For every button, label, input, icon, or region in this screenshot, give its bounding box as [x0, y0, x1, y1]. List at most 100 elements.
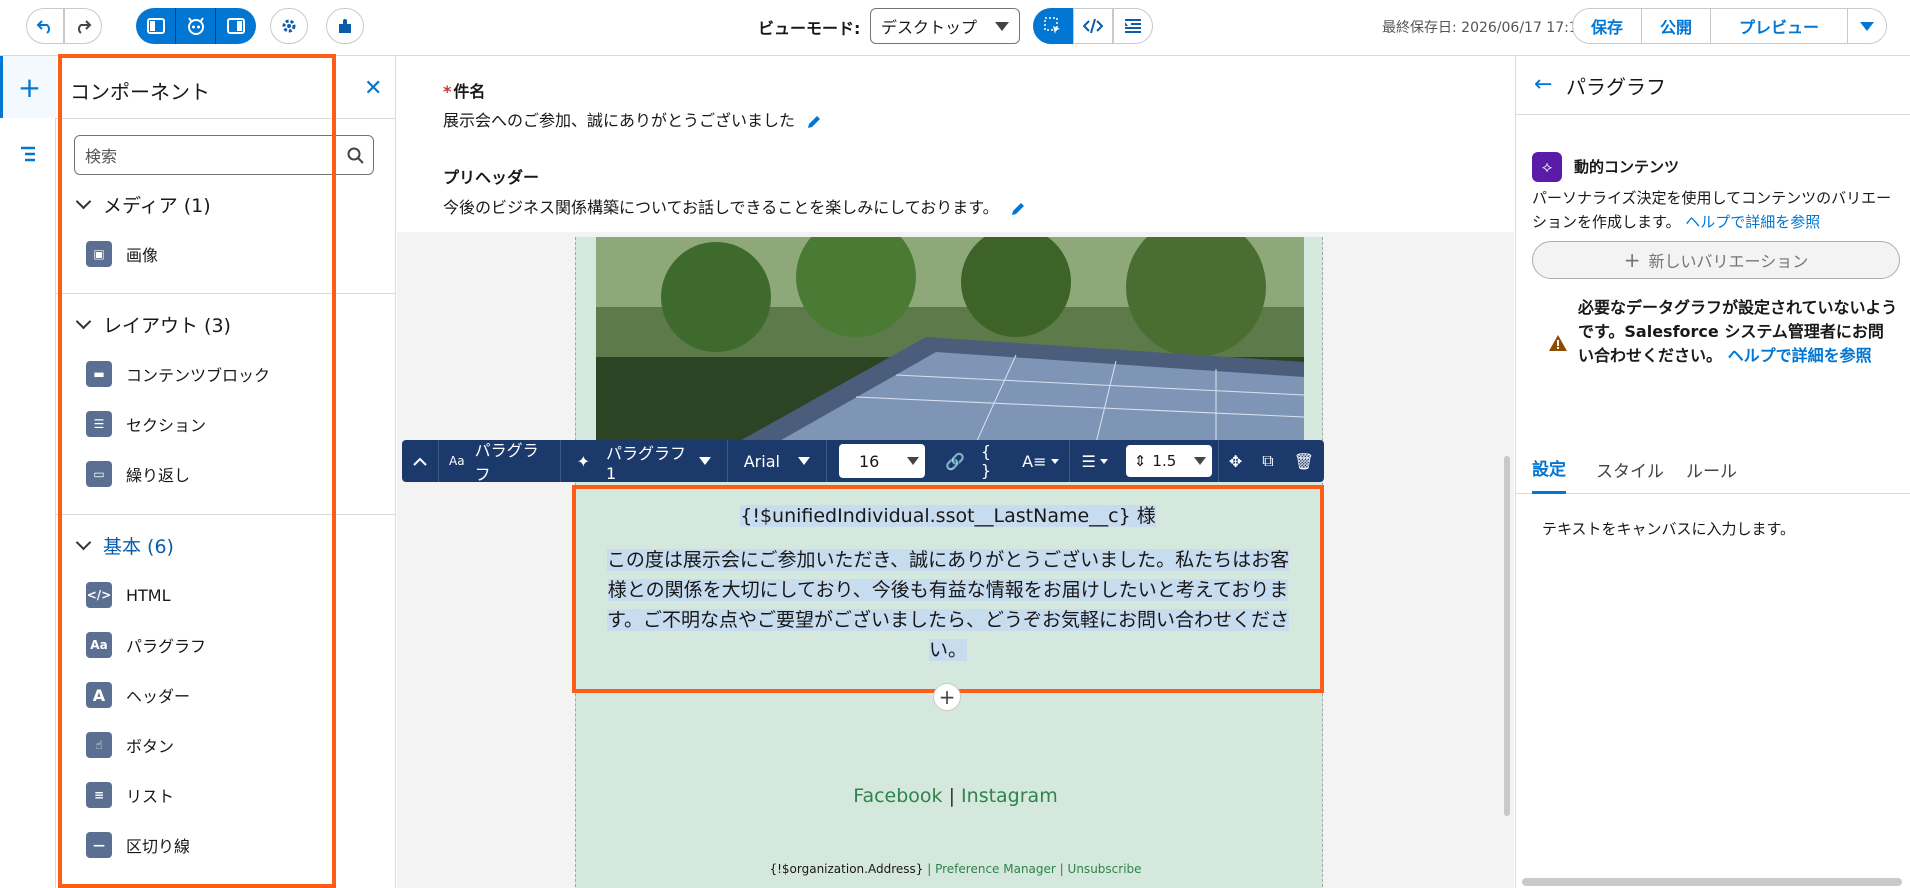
item-label: HTML	[126, 585, 171, 605]
component-content-block[interactable]: ▬ コンテンツブロック	[86, 361, 270, 387]
redo-button[interactable]	[64, 8, 102, 44]
code-view-toggle[interactable]	[1073, 8, 1113, 44]
component-repeat[interactable]: ▭ 繰り返し	[86, 461, 190, 487]
font-value: Arial	[743, 451, 780, 471]
component-header[interactable]: A ヘッダー	[86, 682, 190, 708]
outline-icon	[21, 146, 35, 162]
settings-button[interactable]	[270, 8, 308, 44]
components-panel: コンポーネント ✕ 検索 メディア (1) ▣ 画像 レイアウト (3) ▬ コ…	[56, 56, 396, 888]
subject-label: * 件名	[443, 82, 486, 101]
preheader-value: 今後のビジネス関係構築についてお話しできることを楽しみにしております。	[443, 198, 999, 217]
chevron-down-icon	[906, 457, 919, 465]
panel-title: パラグラフ	[1566, 75, 1666, 99]
new-variation-button[interactable]: + 新しいバリエーション	[1532, 241, 1900, 279]
component-button[interactable]: ☝ ボタン	[86, 732, 174, 758]
preview-button[interactable]: プレビュー	[1711, 9, 1849, 43]
view-mode-select[interactable]: デスクトップ	[870, 8, 1020, 44]
add-block-button[interactable]: +	[933, 683, 961, 711]
instagram-link[interactable]: Instagram	[961, 785, 1058, 807]
component-image[interactable]: ▣ 画像	[86, 241, 158, 267]
search-input[interactable]: 検索	[74, 135, 374, 175]
text-view-toggle[interactable]	[1113, 8, 1153, 44]
line-height-field[interactable]: ⇕ 1.5	[1120, 440, 1219, 482]
hero-image[interactable]	[596, 237, 1304, 443]
subject-field[interactable]: 展示会へのご参加、誠にありがとうございました	[443, 107, 822, 131]
panel-scrollbar[interactable]	[1522, 878, 1902, 886]
paragraph-body: この度は展示会にご参加いただき、誠にありがとうございました。私たちはお客様との関…	[606, 549, 1290, 661]
item-label: 画像	[126, 246, 159, 265]
back-arrow-icon[interactable]: ←	[1534, 72, 1552, 97]
undo-button[interactable]	[26, 8, 64, 44]
warning-icon	[1549, 335, 1567, 351]
block-type-label: パラグラフ	[474, 441, 539, 484]
preview-menu-button[interactable]	[1848, 9, 1887, 43]
redo-icon	[78, 20, 92, 34]
font-size-field[interactable]: 16	[827, 440, 937, 482]
font-select[interactable]: Arial	[728, 440, 827, 482]
align-button[interactable]: ☰	[1070, 440, 1120, 482]
edit-pencil-icon[interactable]	[806, 114, 822, 130]
tab-rules[interactable]: ルール	[1686, 444, 1737, 494]
agent-toggle[interactable]	[176, 8, 216, 44]
properties-panel: ← パラグラフ ⟡ 動的コンテンツ パーソナライズ決定を使用してコンテンツのバリ…	[1515, 56, 1910, 888]
greeting-merge-field: {!$unifiedIndividual.ssot__LastName__c} …	[740, 505, 1156, 527]
outline-tab[interactable]	[0, 126, 56, 182]
close-icon[interactable]: ✕	[364, 76, 382, 101]
facebook-link[interactable]: Facebook	[853, 785, 942, 807]
unsubscribe-link[interactable]: Unsubscribe	[1068, 862, 1142, 876]
puzzle-button[interactable]	[326, 8, 364, 44]
separator: |	[927, 862, 932, 876]
preference-manager-link[interactable]: Preference Manager	[935, 862, 1056, 876]
view-mode-label: ビューモード:	[758, 19, 861, 38]
style-select[interactable]: ✦ パラグラフ 1	[561, 440, 728, 483]
component-section[interactable]: ☰ セクション	[86, 411, 206, 437]
item-label: セクション	[126, 416, 207, 435]
component-html[interactable]: </> HTML	[86, 582, 171, 608]
section-title: 基本 (6)	[103, 536, 174, 558]
link-icon: 🔗	[944, 451, 965, 471]
add-component-tab[interactable]: +	[0, 56, 56, 118]
component-paragraph[interactable]: Aa パラグラフ	[86, 632, 206, 658]
separator: |	[1059, 862, 1064, 876]
help-link[interactable]: ヘルプで詳細を参照	[1685, 213, 1820, 231]
item-label: ヘッダー	[126, 687, 191, 706]
component-list[interactable]: ≡ リスト	[86, 782, 174, 808]
tab-settings[interactable]: 設定	[1532, 444, 1566, 494]
collapse-toolbar-button[interactable]	[402, 440, 439, 482]
warning-help-link[interactable]: ヘルプで詳細を参照	[1728, 346, 1872, 365]
item-label: ボタン	[126, 737, 175, 756]
preheader-field[interactable]: 今後のビジネス関係構築についてお話しできることを楽しみにしております。	[443, 194, 1026, 218]
chevron-down-icon	[75, 534, 92, 551]
link-button[interactable]: 🔗	[937, 440, 973, 482]
edit-pencil-icon[interactable]	[1010, 201, 1026, 217]
new-variation-label: 新しいバリエーション	[1648, 252, 1809, 271]
merge-field-button[interactable]: { }	[973, 440, 1012, 482]
undo-icon	[36, 20, 50, 34]
tab-style[interactable]: スタイル	[1596, 444, 1664, 494]
merge-field-icon: { }	[980, 442, 992, 480]
left-panel-toggle[interactable]	[136, 8, 176, 44]
text-color-icon: A≡	[1022, 451, 1047, 471]
section-media[interactable]: メディア (1)	[74, 191, 211, 218]
email-canvas: * 件名 展示会へのご参加、誠にありがとうございました プリヘッダー 今後のビジネ…	[397, 56, 1514, 888]
section-layout[interactable]: レイアウト (3)	[74, 311, 231, 338]
text-color-button[interactable]: A≡	[1012, 440, 1070, 482]
trash-icon: 🗑	[1293, 451, 1314, 471]
right-panel-toggle[interactable]	[216, 8, 256, 44]
move-button[interactable]: ✥	[1219, 440, 1252, 482]
paragraph-text[interactable]: {!$unifiedIndividual.ssot__LastName__c} …	[598, 501, 1298, 665]
save-button[interactable]: 保存	[1573, 9, 1643, 43]
solar-panel-image	[596, 237, 1304, 443]
section-basic[interactable]: 基本 (6)	[74, 532, 174, 559]
select-mode-toggle[interactable]	[1033, 8, 1073, 44]
publish-button[interactable]: 公開	[1642, 9, 1712, 43]
style-value: パラグラフ 1	[605, 443, 686, 483]
item-label: リスト	[126, 787, 175, 806]
canvas-scrollbar[interactable]	[1504, 456, 1510, 816]
html-icon: </>	[86, 582, 112, 608]
delete-button[interactable]: 🗑	[1284, 440, 1324, 482]
duplicate-button[interactable]: ⧉	[1252, 440, 1283, 482]
component-divider[interactable]: — 区切り線	[86, 832, 190, 858]
paragraph-block[interactable]: {!$unifiedIndividual.ssot__LastName__c} …	[572, 485, 1324, 693]
top-toolbar: ビューモード: デスクトップ 最終保存日: 2026/06/17 17:13 保…	[0, 0, 1910, 56]
